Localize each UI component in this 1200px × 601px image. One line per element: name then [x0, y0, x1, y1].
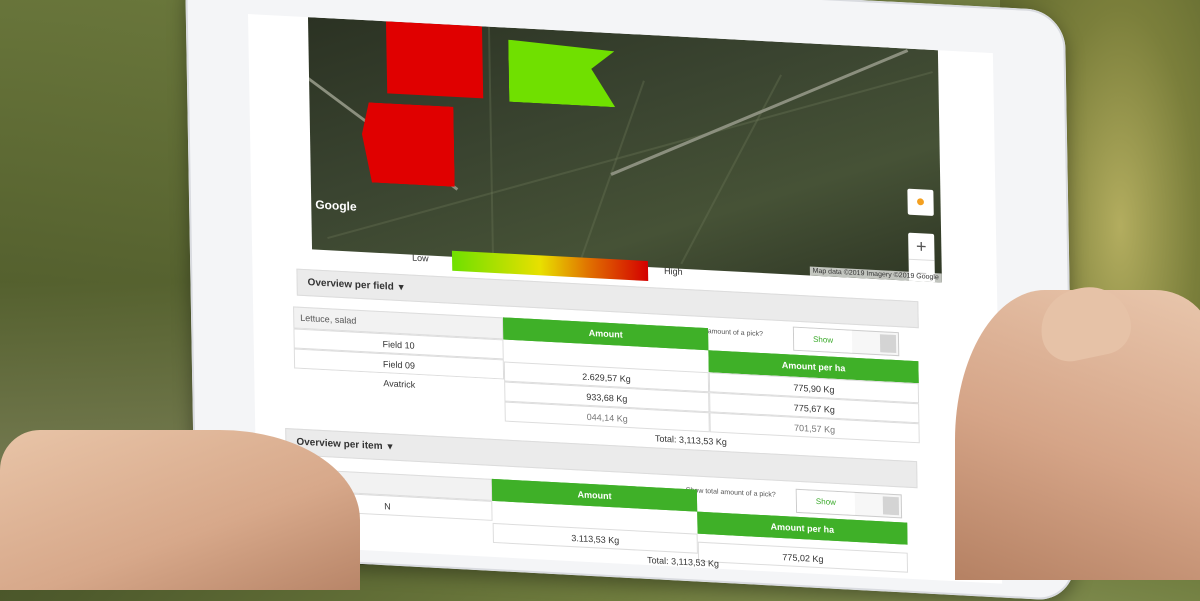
- satellite-map[interactable]: Google ● + − Map data ©2019 Imagery ©201…: [307, 17, 942, 283]
- table-total: Total: 3,113,53 Kg: [654, 433, 727, 448]
- field-polygon-high[interactable]: [385, 21, 484, 99]
- toggle-label: Show total amount of a pick?: [685, 487, 776, 499]
- legend-low-label: Low: [411, 252, 429, 264]
- show-total-toggle[interactable]: Show: [792, 326, 900, 357]
- toggle-knob[interactable]: [882, 496, 900, 516]
- toggle-on-label: Show: [796, 489, 856, 515]
- show-total-toggle[interactable]: Show: [795, 488, 903, 519]
- tablet-screen: Google ● + − Map data ©2019 Imagery ©201…: [248, 14, 1003, 584]
- toggle-on-label: Show: [793, 327, 853, 353]
- table-cell-amount-per-ha: 775,02 Kg: [697, 541, 909, 573]
- table-cell-amount: 3.113,53 Kg: [492, 522, 698, 554]
- column-header-amount[interactable]: Amount: [503, 317, 709, 351]
- field-polygon-high[interactable]: [361, 102, 454, 187]
- chevron-down-icon: ▼: [396, 281, 406, 293]
- field-polygon-low[interactable]: [508, 40, 615, 108]
- google-logo: Google: [315, 197, 357, 214]
- legend-high-label: High: [663, 265, 683, 277]
- street-view-pegman-icon[interactable]: ●: [907, 188, 934, 217]
- toggle-knob[interactable]: [879, 334, 897, 354]
- chevron-down-icon: ▼: [385, 441, 395, 452]
- section-title: Overview per field: [307, 277, 394, 293]
- left-hand: [0, 430, 360, 590]
- zoom-in-button[interactable]: +: [908, 233, 934, 260]
- column-header-amount[interactable]: Amount: [491, 478, 698, 512]
